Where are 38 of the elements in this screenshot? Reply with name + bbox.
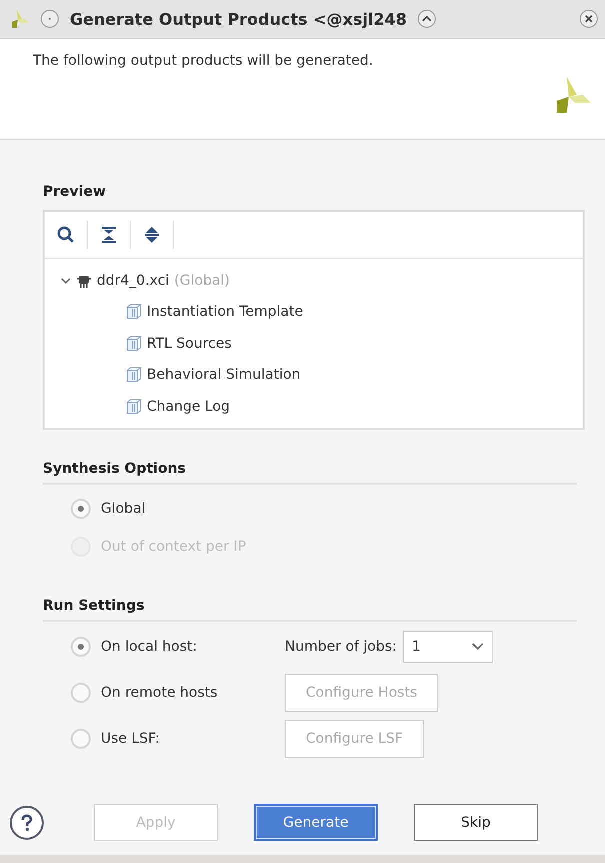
- radio-label: Out of context per IP: [101, 539, 246, 555]
- section-label: Preview: [43, 184, 108, 200]
- file-icon: [126, 367, 142, 384]
- close-icon[interactable]: [579, 9, 599, 29]
- search-icon[interactable]: [57, 226, 75, 244]
- dialog-button[interactable]: Skip: [414, 804, 538, 841]
- radio-button[interactable]: [71, 683, 91, 703]
- help-icon: [20, 814, 34, 832]
- chevron-down-icon: [472, 643, 484, 651]
- radio-button[interactable]: [71, 729, 91, 749]
- tree-item[interactable]: ddr4_0.xci: [97, 272, 170, 289]
- dialog-button[interactable]: Generate: [254, 804, 378, 841]
- maximize-icon[interactable]: [416, 9, 437, 29]
- expand-all-icon[interactable]: [143, 226, 161, 244]
- section-label: Run Settings: [43, 598, 145, 614]
- chevron-down-icon[interactable]: [61, 276, 71, 286]
- file-icon: [126, 398, 142, 415]
- jobs-label: Number of jobs:: [285, 639, 397, 655]
- logo-icon: [10, 9, 30, 29]
- tree-item[interactable]: Behavioral Simulation: [147, 367, 301, 384]
- tree-item[interactable]: Change Log: [147, 398, 230, 415]
- collapse-all-icon[interactable]: [100, 226, 118, 244]
- section-label: Synthesis Options: [43, 461, 186, 477]
- radio-label: Use LSF:: [101, 731, 161, 747]
- tree-item[interactable]: RTL Sources: [147, 336, 232, 352]
- tree-item-note: (Global): [174, 272, 230, 289]
- radio-label: Global: [101, 501, 146, 517]
- radio-label: On local host:: [101, 639, 198, 655]
- radio-button[interactable]: [71, 499, 91, 519]
- radio-label: On remote hosts: [101, 685, 219, 701]
- tree-item[interactable]: Instantiation Template: [147, 304, 304, 320]
- radio-button[interactable]: [71, 637, 91, 657]
- help-button[interactable]: [10, 806, 44, 840]
- file-icon: [126, 336, 142, 352]
- window-title: Generate Output Products <@xsjl248: [70, 10, 407, 28]
- jobs-dropdown[interactable]: 1: [403, 631, 493, 663]
- header-message: The following output products will be generated.: [33, 53, 374, 69]
- file-icon: [126, 304, 142, 320]
